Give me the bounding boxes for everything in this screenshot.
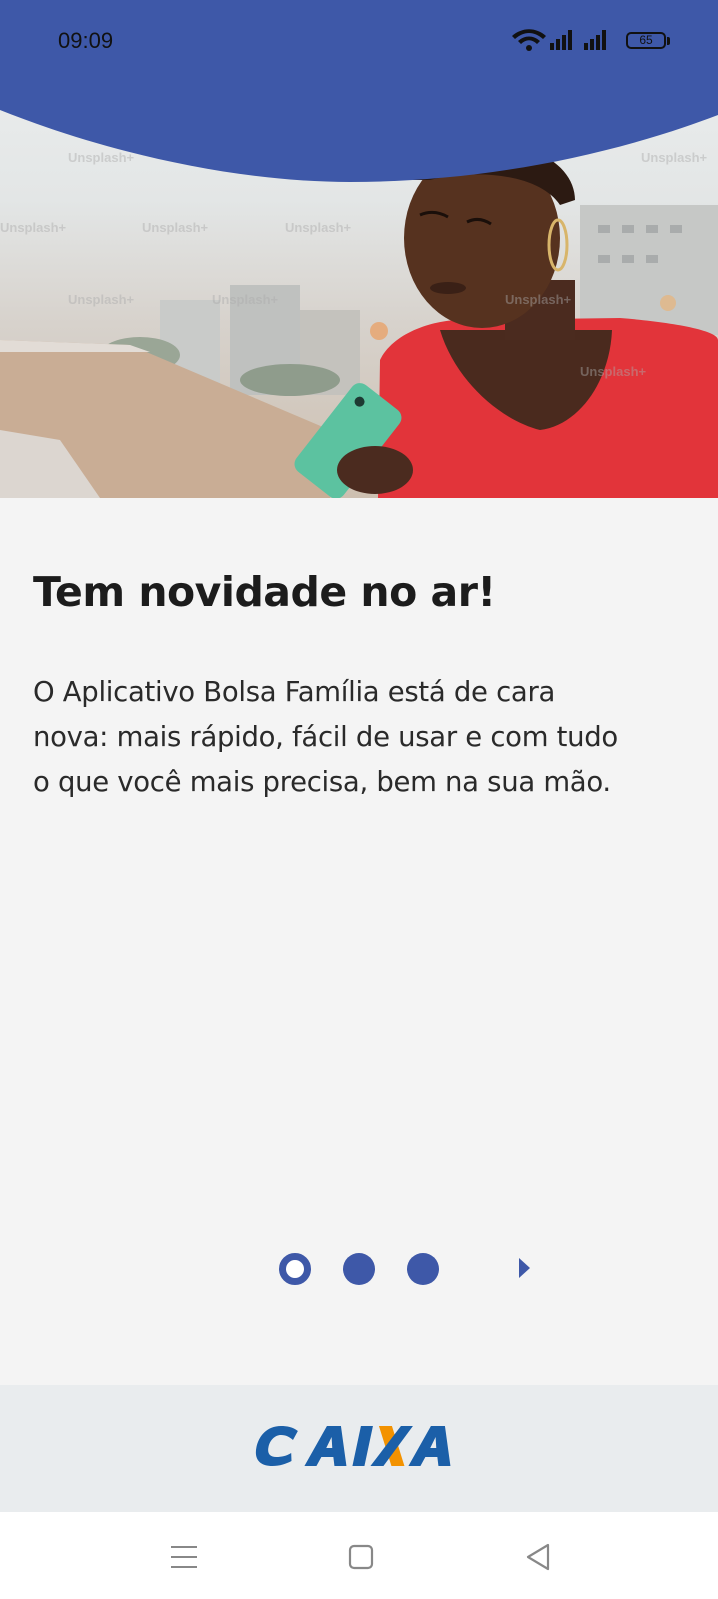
back-icon[interactable] [516, 1535, 560, 1579]
home-icon[interactable] [339, 1535, 383, 1579]
watermark: Unsplash+ [580, 364, 647, 379]
battery-icon: 65 [626, 32, 666, 49]
page-dot-2[interactable] [343, 1253, 375, 1285]
onboarding-description: O Aplicativo Bolsa Família está de cara … [33, 670, 693, 805]
description-line: O Aplicativo Bolsa Família está de cara [33, 676, 556, 708]
watermark: Unsplash+ [285, 220, 352, 235]
status-time: 09:09 [58, 28, 114, 53]
watermark: Unsplash+ [142, 220, 209, 235]
menu-icon[interactable] [162, 1535, 206, 1579]
watermark: Unsplash+ [68, 292, 135, 307]
status-icons [512, 29, 606, 51]
watermark: Unsplash+ [212, 292, 279, 307]
signal-icon [550, 30, 572, 50]
description-line: nova: mais rápido, fácil de usar e com t… [33, 721, 618, 753]
chevron-right-icon[interactable] [519, 1258, 530, 1278]
watermark: Unsplash+ [0, 220, 67, 235]
watermark: Unsplash+ [505, 292, 572, 307]
page-dot-3[interactable] [407, 1253, 439, 1285]
page-dot-1-active[interactable] [279, 1253, 311, 1285]
hero-image: Unsplash+ Unsplash+ Unsplash+ Unsplash+ … [0, 0, 718, 498]
signal-icon [584, 30, 606, 50]
description-line: o que você mais precisa, bem na sua mão. [33, 766, 611, 798]
onboarding-title: Tem novidade no ar! [33, 568, 496, 616]
wifi-icon [512, 29, 546, 51]
caixa-logo [255, 1426, 451, 1466]
battery-tip [667, 37, 670, 45]
